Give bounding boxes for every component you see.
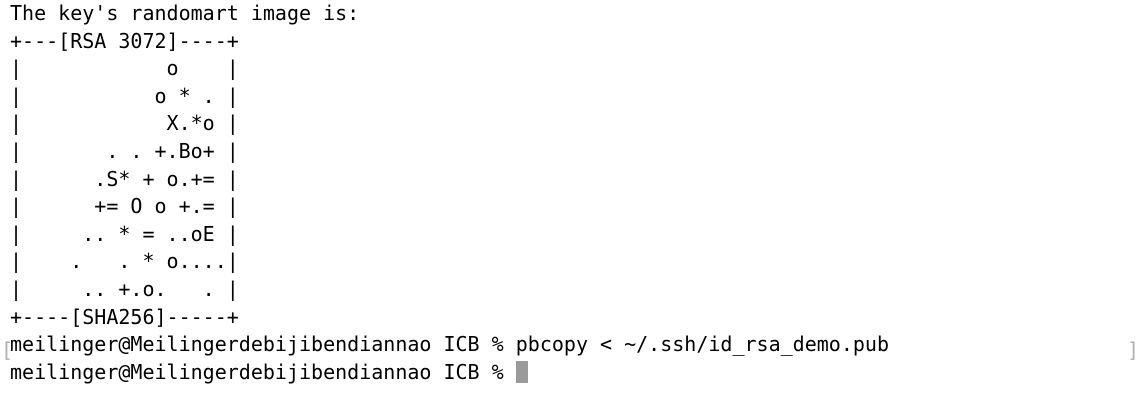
- randomart-row: | o |: [10, 56, 239, 81]
- shell-prompt: meilinger@Meilingerdebijibendiannao ICB …: [10, 332, 516, 357]
- shell-prompt: meilinger@Meilingerdebijibendiannao ICB …: [10, 359, 516, 384]
- randomart-row: | += O o +.= |: [10, 194, 239, 219]
- mark-bracket-right-icon: ]: [1126, 338, 1139, 362]
- randomart-row: | . . +.Bo+ |: [10, 138, 239, 163]
- randomart-row: | o * . |: [10, 83, 239, 108]
- output-line: The key's randomart image is:: [10, 1, 360, 25]
- randomart-top-border: +---[RSA 3072]----+: [10, 28, 239, 53]
- randomart-row: | .S* + o.+= |: [10, 166, 239, 191]
- randomart-row: | X.*o |: [10, 111, 239, 136]
- mark-bracket-left-icon: [: [1, 338, 14, 362]
- text-cursor[interactable]: [515, 360, 528, 383]
- randomart-row: | . . * o....|: [10, 249, 239, 274]
- current-prompt-line[interactable]: meilinger@Meilingerdebijibendiannao ICB …: [10, 359, 1130, 387]
- randomart-bottom-border: +----[SHA256]-----+: [10, 304, 239, 329]
- terminal-window[interactable]: The key's randomart image is: +---[RSA 3…: [0, 0, 1140, 400]
- randomart-row: | .. +.o. . |: [10, 276, 239, 301]
- command-text: pbcopy < ~/.ssh/id_rsa_demo.pub: [515, 332, 890, 357]
- command-line: meilinger@Meilingerdebijibendiannao ICB …: [10, 331, 1130, 359]
- randomart-row: | .. * = ..oE |: [10, 221, 239, 246]
- terminal-output[interactable]: The key's randomart image is: +---[RSA 3…: [10, 0, 1130, 386]
